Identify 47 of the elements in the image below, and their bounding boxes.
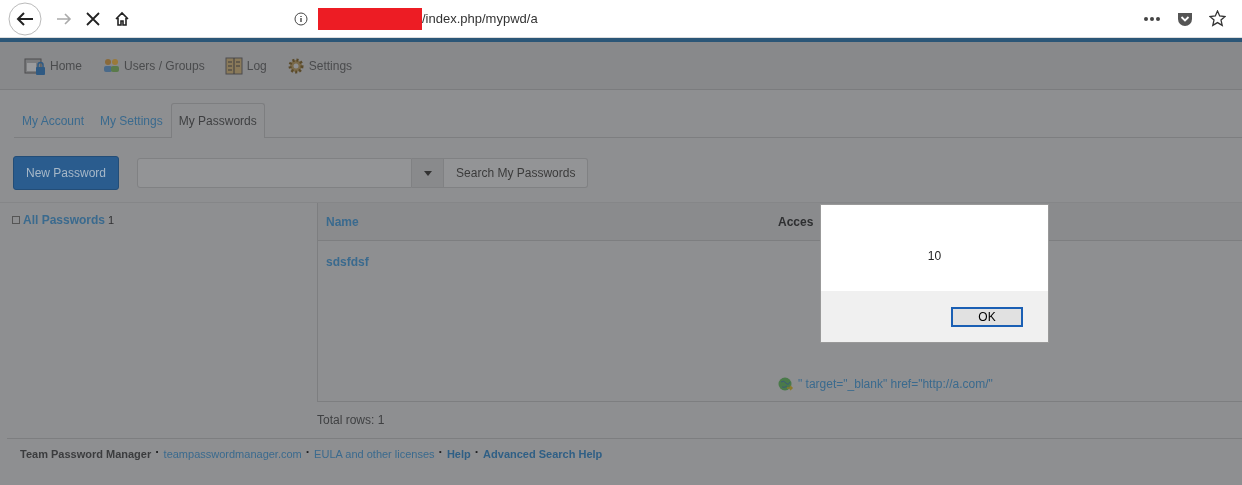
url-text: /index.php/mypwd/a [422,9,538,28]
footer-link[interactable]: Help [446,446,471,463]
tab[interactable]: My Account [14,103,93,138]
bookmark-button[interactable] [1209,10,1226,27]
footer-link[interactable]: teampasswordmanager.com [163,446,302,463]
stop-button[interactable] [86,11,100,26]
separator: · [155,446,160,461]
people-icon [102,56,120,75]
pocket-icon [1177,10,1193,27]
access-link[interactable]: " target="_blank" href="http://a.com/" [798,375,993,393]
tab[interactable]: My Passwords [170,103,265,138]
separator: · [305,446,311,461]
home-button[interactable] [114,10,130,27]
dialog-message: 10 [927,248,942,265]
more-icon [1143,15,1161,22]
more-button[interactable] [1143,15,1161,22]
footer-link[interactable]: EULA and other licenses [314,446,435,463]
password-name-link[interactable]: sdsfdsf [326,255,369,269]
ledger-icon [224,56,243,75]
ok-button[interactable]: OK [951,306,1023,327]
building-lock-icon [24,55,46,76]
footer-link[interactable]: Advanced Search Help [483,446,603,463]
new-password-button[interactable]: New Password [13,156,120,190]
nav-link[interactable]: Home [24,55,82,76]
forward-icon [56,11,72,26]
folder-toggle-icon[interactable] [12,216,20,224]
column-header[interactable]: Name [318,212,778,231]
column-header: Acces [778,213,814,231]
star-icon [1209,10,1226,27]
close-icon [86,11,100,26]
tab[interactable]: My Settings [92,103,171,138]
search-button[interactable]: Search My Passwords [444,158,589,188]
row-count: Total rows: 1 [317,412,386,429]
gear-icon [286,56,305,75]
nav-link[interactable]: Log [224,56,267,75]
separator: · [474,446,480,461]
item-count: 1 [108,212,115,228]
info-icon [294,11,308,26]
pocket-button[interactable] [1177,10,1193,27]
back-button[interactable] [8,1,42,36]
brand-name: Team Password Manager [20,447,152,462]
separator: · [438,446,443,461]
nav-link[interactable]: Settings [286,56,353,75]
home-icon [114,10,130,27]
folder-link[interactable]: All Passwords [23,211,106,229]
nav-link[interactable]: Users / Groups [102,56,205,75]
caret-icon [423,170,432,176]
